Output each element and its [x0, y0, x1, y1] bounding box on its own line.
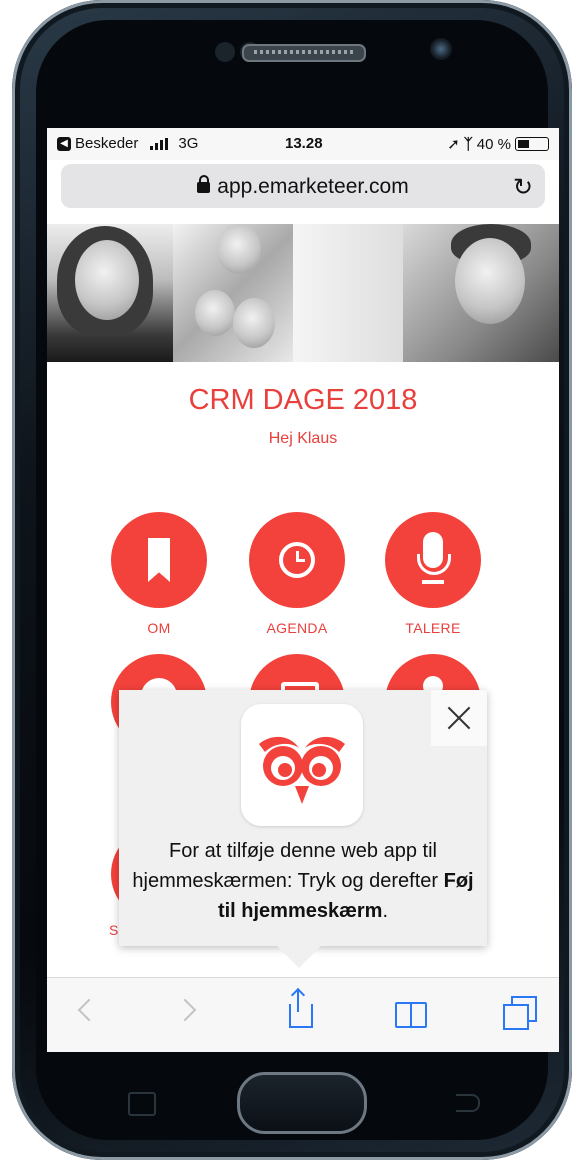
tile-agenda[interactable]: AGENDA [237, 512, 357, 636]
tile-agenda-circle[interactable] [249, 512, 345, 608]
bookmark-icon [148, 538, 170, 582]
banner-photo-group [173, 224, 293, 362]
tile-agenda-label[interactable]: AGENDA [237, 620, 357, 636]
proximity-sensor [215, 42, 235, 62]
back-button[interactable] [65, 990, 109, 1034]
battery-icon [515, 137, 549, 151]
clock: 13.28 [285, 135, 323, 152]
tile-om-circle[interactable] [111, 512, 207, 608]
header-banner-image [47, 224, 559, 362]
banner-photo-woman [47, 224, 173, 362]
tile-om-label[interactable]: OM [99, 620, 219, 636]
url-text: app.emarketeer.com [217, 175, 409, 198]
signal-strength-icon [150, 137, 169, 150]
chevron-left-icon [77, 998, 101, 1022]
home-button[interactable] [237, 1072, 367, 1134]
popup-pointer [277, 946, 321, 968]
popup-text-end: . [382, 900, 389, 922]
battery-percent: 40 % [476, 135, 511, 153]
owl-logo-icon [259, 736, 345, 804]
chevron-right-icon [173, 998, 197, 1022]
status-bar: ◀ Beskeder 3G 13.28 ➚ ᛉ 40 % [47, 128, 559, 160]
app-logo-icon [241, 704, 363, 826]
close-popup-button[interactable] [431, 690, 487, 746]
banner-photo-man [403, 224, 559, 362]
tile-om[interactable]: OM [99, 512, 219, 636]
reload-icon[interactable]: ↻ [513, 173, 533, 202]
add-to-homescreen-popup: For at tilføje denne web app til hjemmes… [119, 690, 487, 946]
back-key[interactable] [456, 1094, 480, 1112]
popup-text-start: For at tilføje denne web app til hjemmes… [132, 840, 444, 892]
popup-instruction: For at tilføje denne web app til hjemmes… [129, 836, 477, 926]
front-camera [430, 38, 452, 60]
safari-toolbar [47, 977, 559, 1052]
event-title: CRM DAGE 2018 [188, 384, 418, 416]
back-to-app-icon[interactable]: ◀ [57, 136, 71, 151]
location-arrow-icon: ➚ [447, 136, 460, 153]
tabs-button[interactable] [495, 990, 539, 1034]
recent-apps-key[interactable] [128, 1092, 156, 1116]
lock-icon [197, 175, 211, 193]
address-bar[interactable]: app.emarketeer.com ↻ [61, 164, 545, 208]
banner-photo-light [293, 224, 403, 362]
network-type: 3G [178, 135, 199, 152]
clock-icon [279, 542, 315, 578]
tile-talere-label[interactable]: TALERE [373, 620, 493, 636]
bluetooth-icon: ᛉ [463, 135, 473, 153]
tile-talere-circle[interactable] [385, 512, 481, 608]
share-button[interactable] [277, 990, 321, 1034]
phone-screen: ◀ Beskeder 3G 13.28 ➚ ᛉ 40 % app.emarket… [47, 128, 559, 1052]
battery-fill [518, 140, 529, 148]
forward-button[interactable] [167, 990, 211, 1034]
bookmarks-button[interactable] [387, 990, 431, 1034]
earpiece-speaker [242, 44, 366, 62]
carrier-label[interactable]: Beskeder [75, 135, 138, 152]
book-icon [395, 1002, 427, 1028]
greeting-text: Hej Klaus [268, 430, 338, 447]
tile-talere[interactable]: TALERE [373, 512, 493, 636]
share-icon [289, 990, 313, 1028]
